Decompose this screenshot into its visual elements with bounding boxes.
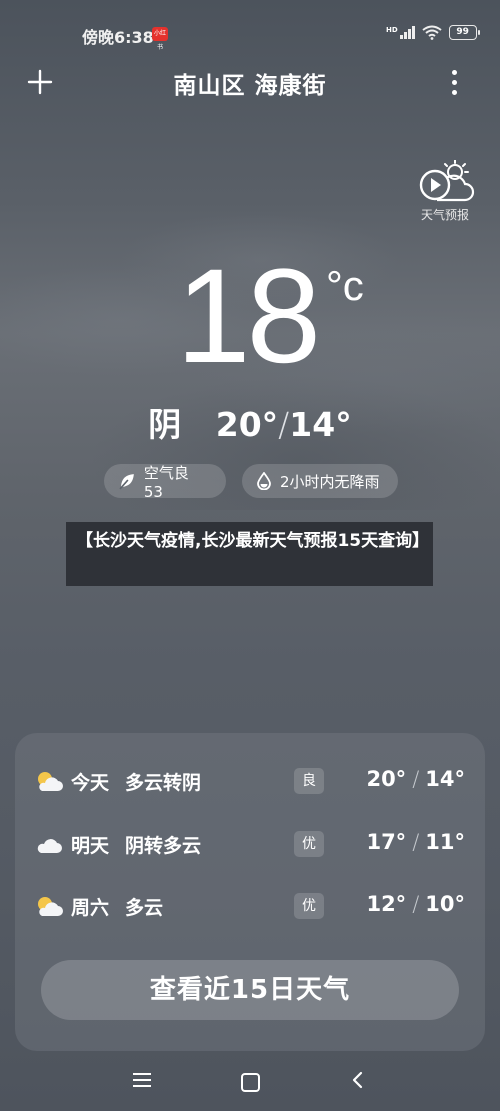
more-options-button[interactable] bbox=[440, 66, 468, 100]
forecast-day: 今天 bbox=[71, 772, 110, 794]
current-temperature: 18 bbox=[176, 242, 321, 391]
forecast-condition: 多云 bbox=[125, 897, 164, 919]
forecast-day: 周六 bbox=[71, 897, 110, 919]
forecast-day: 明天 bbox=[71, 835, 110, 857]
article-title-banner: 【长沙天气疫情,长沙最新天气预报15天查询】 bbox=[66, 522, 433, 586]
signal-icon: HD bbox=[386, 26, 415, 39]
location-title[interactable]: 南山区 海康街 bbox=[100, 66, 400, 100]
partly-cloudy-icon bbox=[38, 897, 63, 916]
video-forecast-button[interactable]: 天气预报 bbox=[410, 159, 480, 224]
forecast-low: 11° bbox=[425, 830, 465, 854]
view-15-day-forecast-button[interactable]: 查看近15日天气 bbox=[41, 960, 459, 1020]
current-condition-line: 阴 20°/14° bbox=[0, 398, 500, 446]
current-condition: 阴 bbox=[148, 405, 182, 444]
forecast-low: 14° bbox=[425, 767, 465, 791]
aqi-badge: 良 bbox=[294, 768, 324, 794]
plus-icon bbox=[27, 69, 53, 95]
forecast-temps: 20°/14° bbox=[366, 767, 465, 791]
battery-icon: 99 bbox=[448, 25, 480, 40]
rain-label: 2小时内无降雨 bbox=[280, 472, 380, 491]
air-quality-label: 空气良 53 bbox=[143, 463, 189, 501]
forecast-temps: 12°/10° bbox=[366, 892, 465, 916]
forecast-row[interactable]: 今天 多云转阴 良 20°/14° bbox=[15, 762, 485, 802]
play-sun-cloud-icon bbox=[419, 159, 475, 202]
current-high: 20° bbox=[215, 405, 279, 444]
forecast-high: 17° bbox=[366, 830, 407, 854]
forecast-row[interactable]: 周六 多云 优 12°/10° bbox=[15, 887, 485, 927]
network-label: HD bbox=[386, 26, 398, 34]
forecast-card: 今天 多云转阴 良 20°/14° 明天 阴转多云 优 17°/11° 周六 多… bbox=[15, 733, 485, 1051]
forecast-temps: 17°/11° bbox=[366, 830, 465, 854]
add-city-button[interactable] bbox=[24, 62, 56, 102]
back-button[interactable] bbox=[348, 1070, 368, 1090]
forecast-high: 20° bbox=[366, 767, 407, 791]
status-time: 傍晚6:38 bbox=[82, 28, 154, 47]
forecast-high: 12° bbox=[366, 892, 407, 916]
video-forecast-label: 天气预报 bbox=[420, 208, 469, 222]
temp-separator: / bbox=[278, 405, 290, 444]
forecast-condition: 阴转多云 bbox=[125, 835, 202, 857]
temp-separator: / bbox=[412, 767, 420, 791]
air-quality-chip[interactable]: 空气良 53 bbox=[104, 463, 226, 501]
forecast-row[interactable]: 明天 阴转多云 优 17°/11° bbox=[15, 825, 485, 865]
forecast-low: 10° bbox=[425, 892, 465, 916]
raindrop-icon bbox=[257, 472, 271, 490]
current-low: 14° bbox=[289, 405, 352, 444]
recent-apps-button[interactable] bbox=[133, 1070, 151, 1088]
partly-cloudy-icon bbox=[38, 772, 63, 791]
aqi-badge: 优 bbox=[294, 831, 324, 857]
home-button[interactable] bbox=[241, 1073, 260, 1092]
status-icons: HD 99 bbox=[386, 25, 480, 40]
wifi-icon bbox=[422, 25, 442, 40]
system-nav-bar bbox=[0, 1062, 500, 1102]
app-notification-icon: 小红书 bbox=[152, 27, 168, 51]
aqi-badge: 优 bbox=[294, 893, 324, 919]
temperature-unit: °c bbox=[326, 262, 364, 309]
rain-chip[interactable]: 2小时内无降雨 bbox=[242, 464, 398, 498]
leaf-icon bbox=[119, 474, 134, 490]
forecast-condition: 多云转阴 bbox=[125, 772, 202, 794]
temp-separator: / bbox=[412, 892, 420, 916]
temp-separator: / bbox=[412, 830, 420, 854]
cloud-icon bbox=[37, 839, 62, 853]
